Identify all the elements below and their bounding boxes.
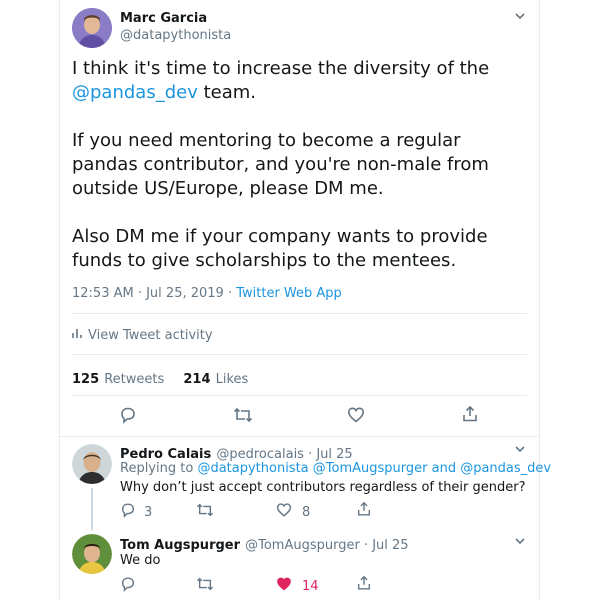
share-icon [356,575,372,595]
likes-stat[interactable]: 214 Likes [183,368,248,387]
chevron-down-icon[interactable] [514,10,526,24]
chevron-down-icon[interactable] [514,535,526,549]
mention-link[interactable]: @pandas_dev [72,82,198,103]
reply-body: Why don’t just accept contributors regar… [120,480,526,495]
reply-avatar[interactable] [72,444,112,484]
view-activity-link[interactable]: View Tweet activity [72,327,213,343]
divider [60,436,539,437]
reply-author-name[interactable]: Pedro Calais [120,447,211,462]
replying-prefix: Replying to [120,461,198,476]
tweet-timestamp[interactable]: 12:53 AM · Jul 25, 2019 · [72,286,236,301]
tweet-stats: 125 Retweets 214 Likes [72,368,248,387]
tweet-line: funds to give scholarships to the mentee… [72,250,457,271]
like-count: 8 [302,504,311,520]
tweet-body: I think it's time to increase the divers… [72,57,532,273]
retweets-count: 125 [72,372,100,387]
liked-heart-icon [276,576,292,596]
tweet-line: I think it's time to increase the divers… [72,58,490,79]
author-avatar[interactable] [72,8,112,48]
reply-avatar[interactable] [72,534,112,574]
tweet-source-link[interactable]: Twitter Web App [236,286,342,301]
reply-icon [120,577,136,596]
tweet-line: If you need mentoring to become a regula… [72,130,461,151]
retweets-label: Retweets [104,372,165,387]
retweets-stat[interactable]: 125 Retweets [72,368,164,387]
replying-to: Replying to @datapythonista @TomAugspurg… [120,461,551,476]
reply-action-share[interactable] [356,575,372,595]
tweet-line: Also DM me if your company wants to prov… [72,226,488,247]
bar-chart-icon [72,327,82,343]
author-name[interactable]: Marc Garcia [120,11,207,26]
reply-author-name[interactable]: Tom Augspurger [120,538,240,553]
reply-action-retweet[interactable] [196,502,214,522]
tweet-line: outside US/Europe, please DM me. [72,178,384,199]
reply-icon [120,502,136,522]
reply-count: 3 [144,504,153,520]
like-count: 14 [302,578,319,594]
share-icon[interactable] [461,405,479,427]
reply-action-like[interactable]: 8 [276,502,310,522]
divider [72,395,527,396]
tweet-timestamp-row: 12:53 AM · Jul 25, 2019 · Twitter Web Ap… [72,286,342,301]
author-handle[interactable]: @datapythonista [120,28,231,43]
reply-author-handle[interactable]: @pedrocalais · Jul 25 [216,447,352,462]
tweet-line: @pandas_dev team. [72,81,532,105]
divider [72,313,527,314]
likes-label: Likes [215,372,249,387]
chevron-down-icon[interactable] [514,443,526,457]
tweet-text-fragment: team. [197,82,256,103]
retweet-icon [196,503,214,522]
reply-action-reply[interactable] [120,576,136,596]
reply-action-share[interactable] [356,501,372,521]
like-icon [276,502,292,522]
reply-action-like[interactable]: 14 [276,576,319,596]
reply-icon[interactable] [119,406,137,428]
tweet-line: pandas contributor, and you're non-male … [72,154,489,175]
reply-body: We do [120,553,161,568]
view-activity-label: View Tweet activity [88,327,213,343]
retweet-icon [196,577,214,596]
reply-header: Tom Augspurger @TomAugspurger · Jul 25 [120,534,409,553]
share-icon [356,501,372,521]
reply-author-handle[interactable]: @TomAugspurger · Jul 25 [245,538,408,553]
replying-targets[interactable]: @datapythonista @TomAugspurger and @pand… [197,461,551,476]
divider [72,354,527,355]
reply-thread-line [91,488,93,530]
reply-header: Pedro Calais @pedrocalais · Jul 25 [120,443,353,462]
reply-action-retweet[interactable] [196,576,214,596]
tweet-card: Marc Garcia @datapythonista I think it's… [59,0,551,600]
retweet-icon[interactable] [233,406,253,428]
likes-count: 214 [183,372,211,387]
like-icon[interactable] [347,406,365,428]
reply-action-reply[interactable]: 3 [120,502,152,522]
